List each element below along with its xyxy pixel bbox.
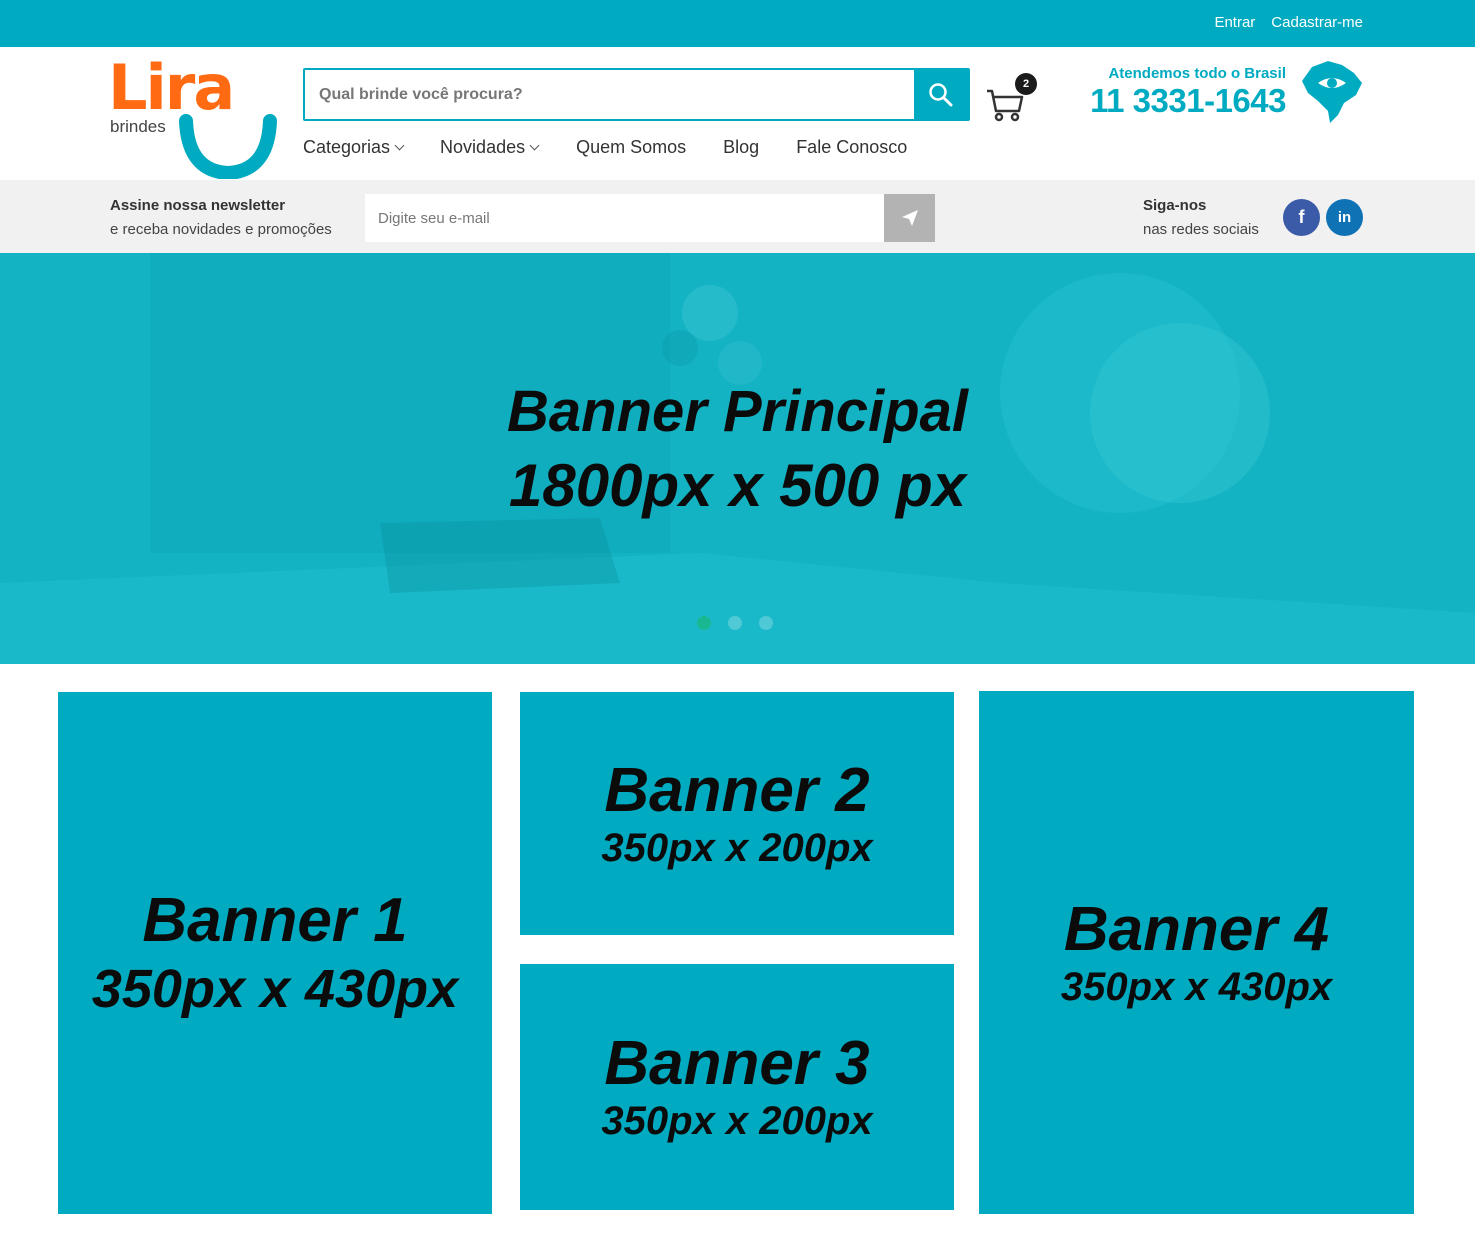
linkedin-button[interactable]: in	[1326, 199, 1363, 236]
nav-label: Fale Conosco	[796, 137, 908, 157]
email-input[interactable]	[365, 194, 885, 242]
newsletter-bar: Assine nossa newsletter e receba novidad…	[0, 180, 1475, 253]
newsletter-form	[365, 194, 935, 242]
newsletter-title: Assine nossa newsletter	[110, 197, 286, 214]
nav-categorias[interactable]: Categorias	[303, 137, 405, 158]
logo[interactable]: Lira brindes	[108, 55, 280, 179]
nav-blog[interactable]: Blog	[723, 137, 759, 158]
social-subtitle: nas redes sociais	[1143, 221, 1259, 238]
facebook-button[interactable]: f	[1283, 199, 1320, 236]
facebook-icon: f	[1298, 207, 1305, 227]
contact-info: Atendemos todo o Brasil 11 3331-1643	[1076, 65, 1286, 120]
carousel-dots	[697, 616, 773, 630]
page: Entrar Cadastrar-me Lira brindes Qual br…	[0, 0, 1475, 1257]
banner-size: 350px x 200px	[601, 825, 873, 870]
carousel-dot-2[interactable]	[728, 616, 742, 630]
brazil-map-icon	[1302, 61, 1362, 123]
main-nav: Categorias Novidades Quem Somos Blog Fal…	[303, 137, 907, 158]
newsletter-submit-button[interactable]	[884, 194, 935, 242]
top-bar: Entrar Cadastrar-me	[0, 0, 1475, 47]
banner-1[interactable]: Banner 1 350px x 430px	[58, 692, 492, 1214]
hero-banner[interactable]: Banner Principal 1800px x 500 px	[0, 253, 1475, 664]
chevron-down-icon	[529, 140, 540, 151]
nav-label: Novidades	[440, 137, 526, 157]
contact-phone: 11 3331-1643	[1090, 82, 1286, 119]
banner-title: Banner 4	[1063, 894, 1330, 964]
logo-subtitle: brindes	[110, 117, 166, 136]
nav-novidades[interactable]: Novidades	[440, 137, 540, 158]
search-icon	[929, 82, 953, 106]
header: Lira brindes 2 Atendemos	[0, 47, 1475, 180]
cart-button[interactable]: 2	[985, 73, 1041, 123]
logo-smile-icon	[179, 114, 277, 179]
account-links: Entrar Cadastrar-me	[1214, 14, 1363, 31]
linkedin-icon: in	[1337, 209, 1352, 226]
search-box	[303, 68, 970, 121]
banner-size: 350px x 430px	[1060, 964, 1333, 1009]
search-button[interactable]	[914, 70, 968, 119]
social-title: Siga-nos	[1143, 197, 1207, 214]
send-icon	[901, 210, 918, 226]
contact-label: Atendemos todo o Brasil	[1108, 65, 1286, 82]
nav-label: Categorias	[303, 137, 391, 157]
banner-title: Banner 3	[604, 1029, 870, 1098]
banner-4[interactable]: Banner 4 350px x 430px	[979, 691, 1414, 1214]
cart-count-badge: 2	[1015, 73, 1037, 95]
nav-fale-conosco[interactable]: Fale Conosco	[796, 137, 907, 158]
banner-title: Banner 2	[604, 755, 870, 825]
banner-2[interactable]: Banner 2 350px x 200px	[520, 692, 954, 935]
banner-3[interactable]: Banner 3 350px x 200px	[520, 964, 954, 1210]
carousel-dot-1[interactable]	[697, 616, 711, 630]
newsletter-subtitle: e receba novidades e promoções	[110, 221, 332, 238]
register-link[interactable]: Cadastrar-me	[1271, 14, 1363, 31]
nav-label: Quem Somos	[576, 137, 687, 157]
banner-size: 350px x 430px	[91, 959, 459, 1019]
nav-quem-somos[interactable]: Quem Somos	[576, 137, 686, 158]
nav-label: Blog	[723, 137, 760, 157]
banner-title: Banner 1	[142, 886, 408, 955]
login-link[interactable]: Entrar	[1214, 14, 1255, 31]
search-input[interactable]	[305, 70, 915, 119]
banner-size: 350px x 200px	[601, 1099, 873, 1143]
chevron-down-icon	[394, 140, 405, 151]
hero-title: Banner Principal	[507, 379, 968, 444]
hero-size: 1800px x 500 px	[508, 452, 966, 519]
carousel-dot-3[interactable]	[759, 616, 773, 630]
